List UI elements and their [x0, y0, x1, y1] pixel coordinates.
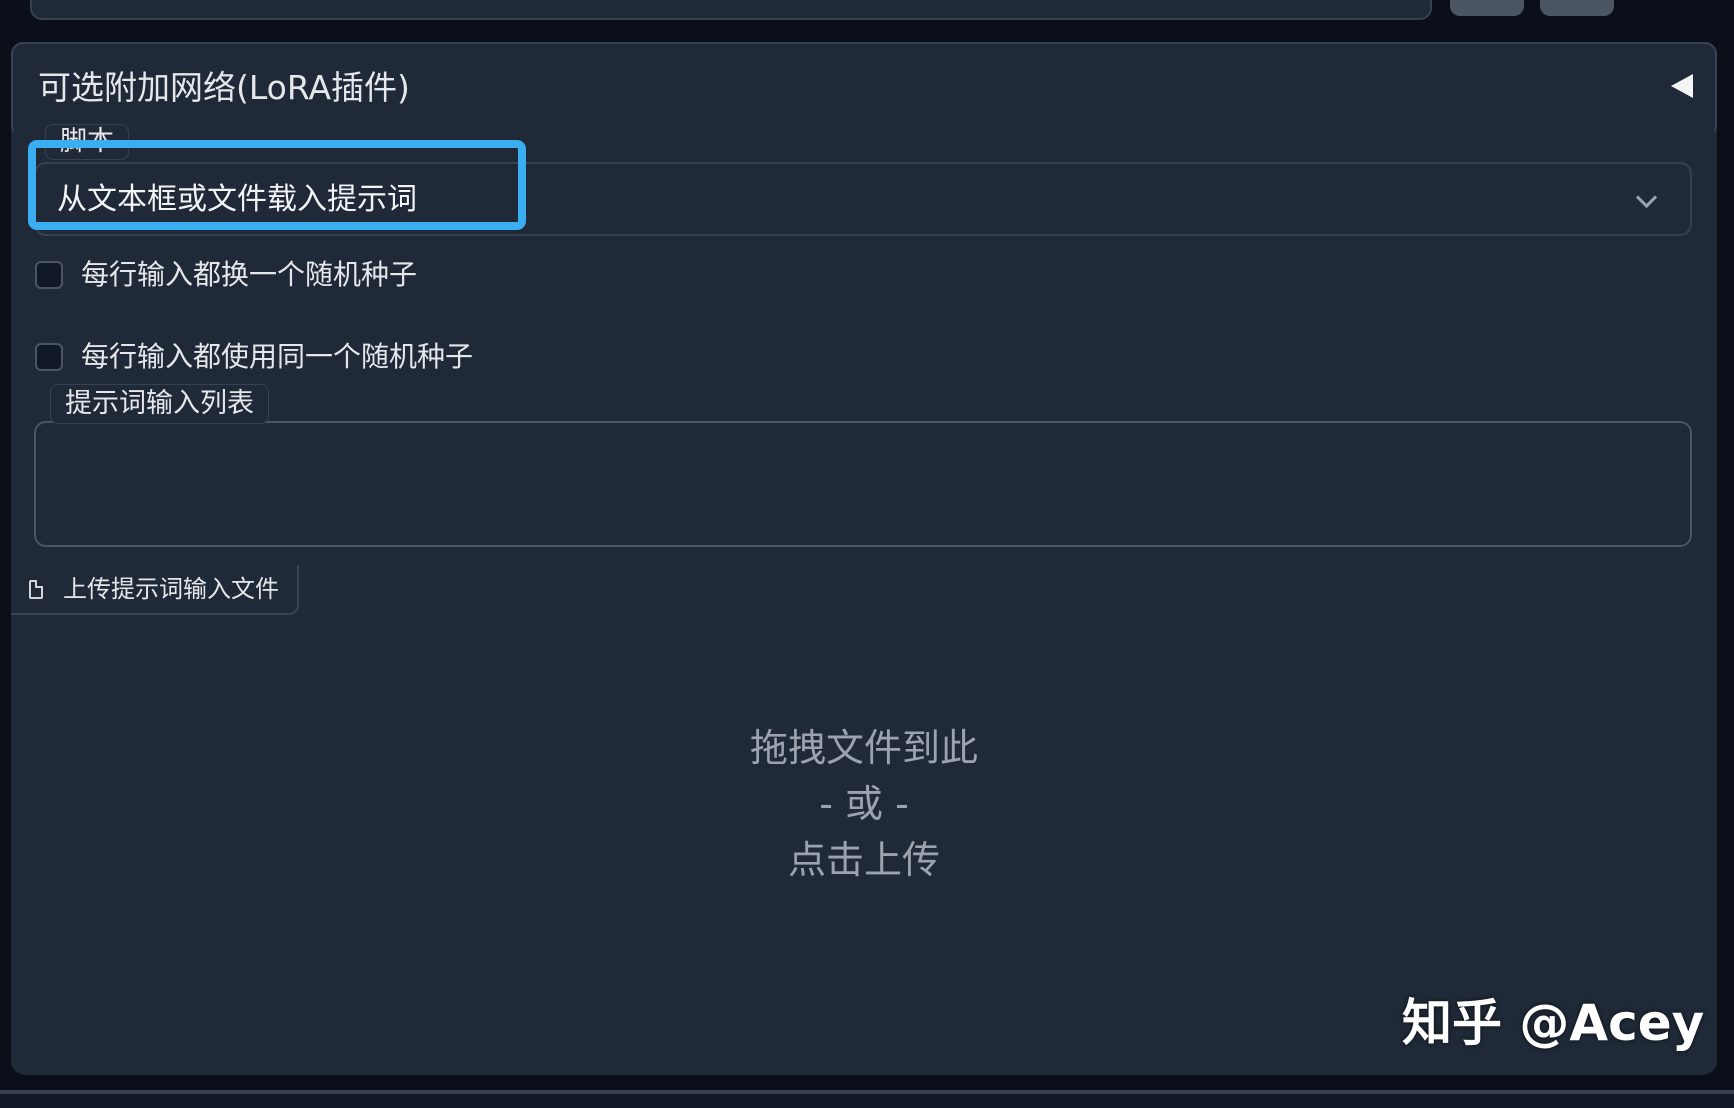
top-button-1[interactable]: [1450, 0, 1524, 16]
bottom-bar: [0, 1090, 1734, 1108]
prompt-list-label: 提示词输入列表: [50, 384, 269, 424]
checkbox-same-seed-per-line[interactable]: 每行输入都使用同一个随机种子: [35, 340, 473, 374]
upload-file-tab: 上传提示词输入文件: [11, 565, 299, 615]
checkbox-label: 每行输入都换一个随机种子: [81, 258, 418, 291]
checkbox-box[interactable]: [35, 343, 63, 371]
chevron-down-icon: [1635, 186, 1658, 209]
file-icon: [29, 579, 43, 599]
page: 可选附加网络(LoRA插件) 脚本 从文本框或文件载入提示词 每行输入都换一个随…: [0, 0, 1734, 1108]
script-label: 脚本: [45, 124, 129, 160]
top-button-2[interactable]: [1540, 0, 1614, 16]
top-text-input[interactable]: [30, 0, 1432, 20]
drop-text-line1: 拖拽文件到此: [749, 726, 978, 770]
checkbox-random-seed-per-line[interactable]: 每行输入都换一个随机种子: [35, 258, 417, 292]
accordion-title: 可选附加网络(LoRA插件): [38, 68, 410, 107]
prompt-list-textarea[interactable]: [34, 421, 1692, 547]
script-dropdown[interactable]: 从文本框或文件载入提示词: [34, 162, 1692, 236]
lora-accordion[interactable]: 可选附加网络(LoRA插件): [11, 42, 1717, 139]
collapse-triangle-icon[interactable]: [1671, 74, 1693, 98]
upload-tab-label: 上传提示词输入文件: [63, 575, 279, 603]
drop-text-line3: 点击上传: [787, 838, 940, 882]
drop-text-line2: - 或 -: [819, 782, 909, 826]
file-dropzone[interactable]: 拖拽文件到此 - 或 - 点击上传: [11, 620, 1717, 1040]
zhihu-watermark: 知乎 @Acey: [1402, 994, 1705, 1052]
script-selected-value: 从文本框或文件载入提示词: [57, 182, 417, 217]
checkbox-label: 每行输入都使用同一个随机种子: [81, 340, 474, 373]
checkbox-box[interactable]: [35, 261, 63, 289]
